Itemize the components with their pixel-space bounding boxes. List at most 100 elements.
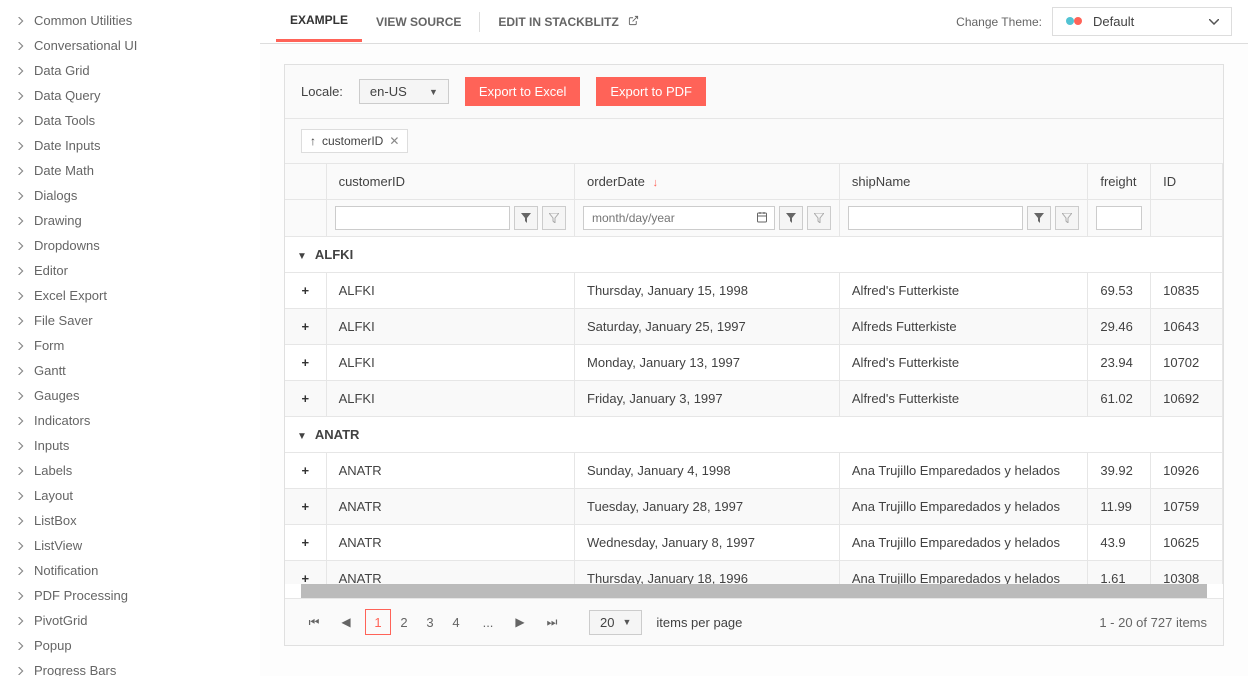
grouping-panel[interactable]: ↑ customerID ✕ <box>285 119 1223 164</box>
filter-clear-icon[interactable] <box>542 206 566 230</box>
chevron-right-icon <box>16 316 26 326</box>
sidebar-item[interactable]: Excel Export <box>0 283 260 308</box>
sidebar-item[interactable]: Drawing <box>0 208 260 233</box>
tab-edit-label: EDIT IN STACKBLITZ <box>498 15 618 29</box>
tab-edit-stackblitz[interactable]: EDIT IN STACKBLITZ <box>484 3 653 41</box>
header-customerid[interactable]: customerID <box>326 164 574 200</box>
collapse-icon[interactable]: ▼ <box>297 431 307 442</box>
filter-customerid-input[interactable] <box>335 206 510 230</box>
pager-first-button[interactable]: ⏮ <box>301 609 327 635</box>
header-orderdate-label: orderDate <box>587 174 645 189</box>
theme-dropdown[interactable]: Default <box>1052 7 1232 36</box>
sidebar-item[interactable]: Notification <box>0 558 260 583</box>
page-number[interactable]: 1 <box>365 609 391 635</box>
sidebar-item[interactable]: Date Inputs <box>0 133 260 158</box>
filter-date-wrapper[interactable] <box>583 206 775 230</box>
sidebar-item-label: Popup <box>34 638 72 653</box>
chevron-right-icon <box>16 16 26 26</box>
export-pdf-button[interactable]: Export to PDF <box>596 77 706 106</box>
sort-desc-icon: ↓ <box>652 177 658 189</box>
chevron-down-icon: ▼ <box>622 617 631 627</box>
tab-view-source[interactable]: VIEW SOURCE <box>362 3 475 41</box>
filter-clear-icon[interactable] <box>1055 206 1079 230</box>
expand-row-icon[interactable]: + <box>301 499 309 514</box>
tab-example[interactable]: EXAMPLE <box>276 1 362 42</box>
sidebar-item[interactable]: Data Tools <box>0 108 260 133</box>
filter-icon[interactable] <box>779 206 803 230</box>
header-shipname[interactable]: shipName <box>839 164 1087 200</box>
pager-next-button[interactable]: ▶ <box>507 609 533 635</box>
sidebar-item[interactable]: ListBox <box>0 508 260 533</box>
expand-row-icon[interactable]: + <box>301 571 309 584</box>
sidebar-item-label: Layout <box>34 488 73 503</box>
sidebar-item[interactable]: Data Query <box>0 83 260 108</box>
sidebar-item[interactable]: PDF Processing <box>0 583 260 608</box>
filter-icon[interactable] <box>514 206 538 230</box>
page-number[interactable]: 3 <box>417 609 443 635</box>
cell-id: 10759 <box>1151 489 1223 525</box>
sidebar-item[interactable]: Dropdowns <box>0 233 260 258</box>
sidebar-item[interactable]: Date Math <box>0 158 260 183</box>
locale-dropdown[interactable]: en-US ▼ <box>359 79 449 104</box>
group-header-row[interactable]: ▼ANATR <box>285 417 1223 453</box>
filter-freight-input[interactable] <box>1096 206 1142 230</box>
expand-row-icon[interactable]: + <box>301 535 309 550</box>
sidebar-item[interactable]: Labels <box>0 458 260 483</box>
cell-freight: 43.9 <box>1088 525 1151 561</box>
page-number[interactable]: 4 <box>443 609 469 635</box>
header-orderdate[interactable]: orderDate ↓ <box>575 164 840 200</box>
collapse-icon[interactable]: ▼ <box>297 251 307 262</box>
sidebar-item[interactable]: Data Grid <box>0 58 260 83</box>
table-row: +ANATRTuesday, January 28, 1997Ana Truji… <box>285 489 1223 525</box>
expand-row-icon[interactable]: + <box>301 319 309 334</box>
header-freight[interactable]: freight <box>1088 164 1151 200</box>
sidebar-item[interactable]: Layout <box>0 483 260 508</box>
filter-orderdate-input[interactable] <box>590 209 756 227</box>
filter-shipname-input[interactable] <box>848 206 1023 230</box>
sidebar-item[interactable]: Dialogs <box>0 183 260 208</box>
filter-icon[interactable] <box>1027 206 1051 230</box>
expand-row-icon[interactable]: + <box>301 355 309 370</box>
header-id[interactable]: ID <box>1151 164 1223 200</box>
filter-row <box>285 200 1223 237</box>
sidebar-item[interactable]: Popup <box>0 633 260 658</box>
sidebar-item[interactable]: Form <box>0 333 260 358</box>
expand-row-icon[interactable]: + <box>301 463 309 478</box>
group-header-row[interactable]: ▼ALFKI <box>285 237 1223 273</box>
sidebar-item[interactable]: Conversational UI <box>0 33 260 58</box>
cell-shipname: Ana Trujillo Emparedados y helados <box>839 489 1087 525</box>
sidebar-item[interactable]: Gantt <box>0 358 260 383</box>
sidebar-item-label: Labels <box>34 463 72 478</box>
locale-label: Locale: <box>301 84 343 99</box>
pager-prev-button[interactable]: ◀ <box>333 609 359 635</box>
cell-customerid: ANATR <box>326 525 574 561</box>
sidebar-item[interactable]: Editor <box>0 258 260 283</box>
sidebar-item[interactable]: PivotGrid <box>0 608 260 633</box>
page-number[interactable]: 2 <box>391 609 417 635</box>
sidebar-item[interactable]: Indicators <box>0 408 260 433</box>
sidebar-item[interactable]: Progress Bars <box>0 658 260 676</box>
cell-orderdate: Thursday, January 15, 1998 <box>575 273 840 309</box>
calendar-icon[interactable] <box>756 211 768 226</box>
cell-id: 10308 <box>1151 561 1223 585</box>
horizontal-scrollbar[interactable] <box>301 584 1207 598</box>
pager-last-button[interactable]: ⏭ <box>539 609 565 635</box>
filter-clear-icon[interactable] <box>807 206 831 230</box>
expand-row-icon[interactable]: + <box>301 283 309 298</box>
chevron-right-icon <box>16 641 26 651</box>
sidebar-item[interactable]: ListView <box>0 533 260 558</box>
grid-scroll[interactable]: customerID orderDate ↓ shipName freight … <box>285 164 1223 584</box>
remove-group-icon[interactable]: ✕ <box>389 134 399 148</box>
cell-freight: 69.53 <box>1088 273 1151 309</box>
group-chip-customerid[interactable]: ↑ customerID ✕ <box>301 129 408 153</box>
page-size-dropdown[interactable]: 20 ▼ <box>589 610 642 635</box>
chevron-right-icon <box>16 491 26 501</box>
table-row: +ANATRWednesday, January 8, 1997Ana Truj… <box>285 525 1223 561</box>
sidebar-item[interactable]: File Saver <box>0 308 260 333</box>
export-excel-button[interactable]: Export to Excel <box>465 77 580 106</box>
expand-row-icon[interactable]: + <box>301 391 309 406</box>
cell-id: 10835 <box>1151 273 1223 309</box>
sidebar-item[interactable]: Inputs <box>0 433 260 458</box>
sidebar-item[interactable]: Gauges <box>0 383 260 408</box>
sidebar-item[interactable]: Common Utilities <box>0 8 260 33</box>
